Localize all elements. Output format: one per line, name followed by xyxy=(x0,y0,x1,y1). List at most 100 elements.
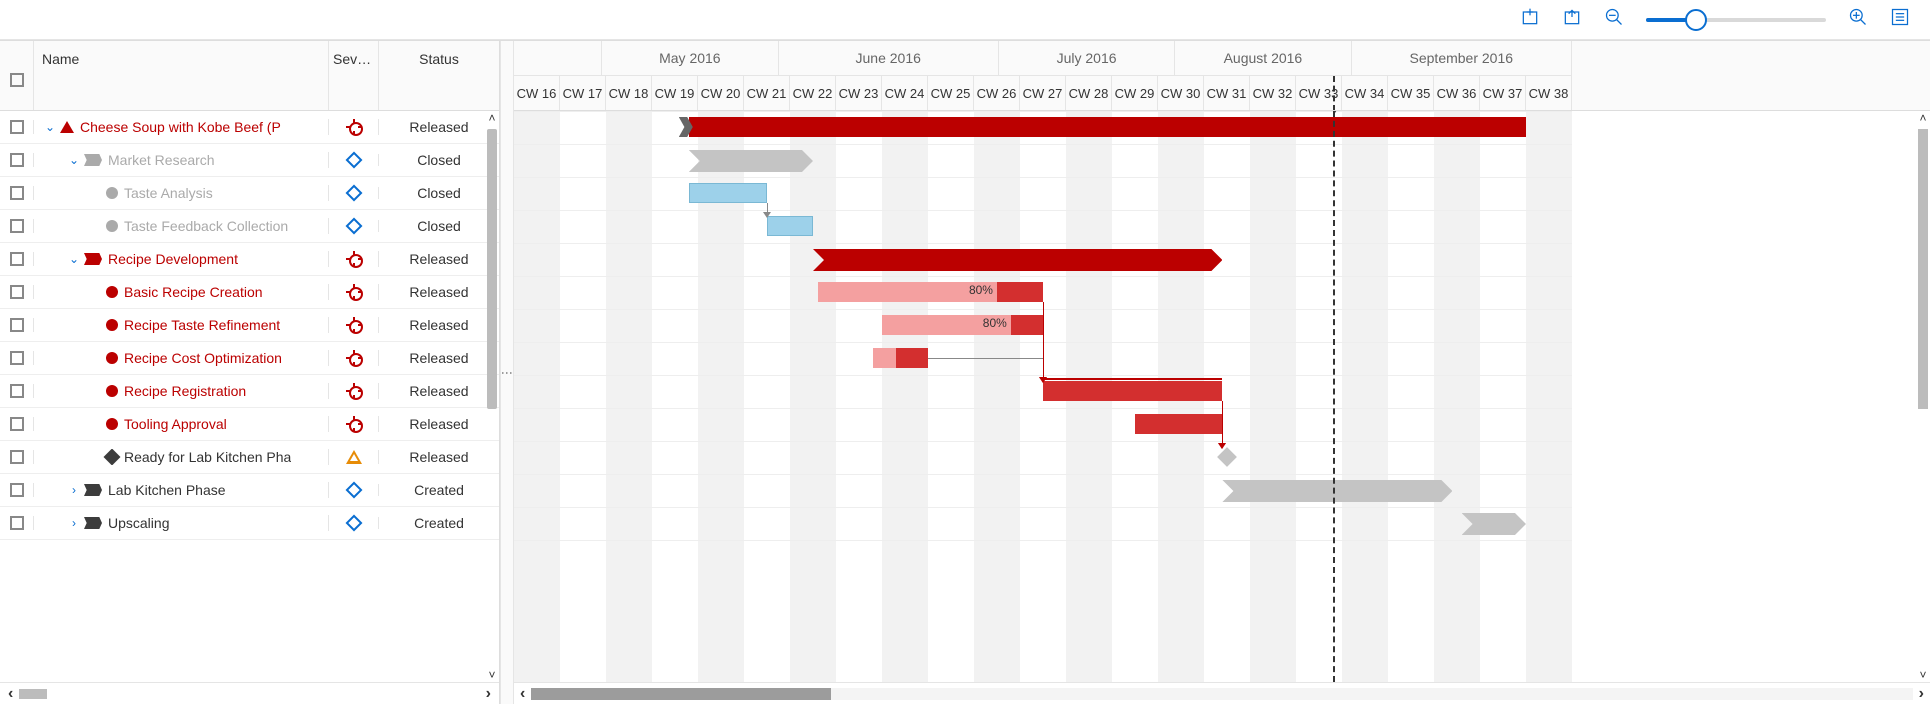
collapse-icon[interactable]: ⌄ xyxy=(66,153,82,167)
project-icon xyxy=(60,121,74,133)
row-label: Recipe Taste Refinement xyxy=(124,317,280,333)
gantt-vertical-scrollbar[interactable]: ˄ ˅ xyxy=(1916,111,1930,682)
table-row[interactable]: ›UpscalingCreated xyxy=(0,507,499,540)
scroll-left-icon[interactable]: ‹ xyxy=(8,685,13,703)
table-row[interactable]: ⌄Recipe DevelopmentReleased xyxy=(0,243,499,276)
toolbar xyxy=(0,0,1930,40)
zoom-slider-thumb[interactable] xyxy=(1685,9,1707,31)
row-checkbox[interactable] xyxy=(10,516,24,530)
zoom-in-icon[interactable] xyxy=(1848,7,1868,33)
week-row: CW 16CW 17CW 18CW 19CW 20CW 21CW 22CW 23… xyxy=(514,76,1572,111)
gantt-task-bar[interactable] xyxy=(689,183,767,203)
tree-table: Name Sev… Status ⌄Cheese Soup with Kobe … xyxy=(0,41,500,704)
dependency-line xyxy=(928,358,1043,359)
phase-icon xyxy=(84,154,102,166)
legend-icon[interactable] xyxy=(1890,7,1910,33)
week-cell: CW 22 xyxy=(790,76,836,111)
table-row[interactable]: ⌄Market ResearchClosed xyxy=(0,144,499,177)
task-icon xyxy=(106,286,118,298)
week-cell: CW 17 xyxy=(560,76,606,111)
row-checkbox[interactable] xyxy=(10,153,24,167)
gantt-task-bar[interactable] xyxy=(873,348,928,368)
gantt-task-bar[interactable] xyxy=(1043,381,1222,401)
month-row: May 2016June 2016July 2016August 2016Sep… xyxy=(514,41,1572,76)
scroll-thumb[interactable] xyxy=(19,689,47,699)
table-row[interactable]: ›Lab Kitchen PhaseCreated xyxy=(0,474,499,507)
select-all-checkbox[interactable] xyxy=(10,73,24,87)
gantt-task-bar[interactable] xyxy=(767,216,813,236)
table-row[interactable]: Recipe RegistrationReleased xyxy=(0,375,499,408)
table-row[interactable]: Taste AnalysisClosed xyxy=(0,177,499,210)
collapse-icon[interactable]: ⌄ xyxy=(42,120,58,134)
week-cell: CW 38 xyxy=(1526,76,1572,111)
gantt-container: Name Sev… Status ⌄Cheese Soup with Kobe … xyxy=(0,40,1930,704)
scroll-up-icon[interactable]: ˄ xyxy=(485,111,499,125)
severity-low-icon xyxy=(345,152,362,169)
week-cell: CW 25 xyxy=(928,76,974,111)
row-checkbox[interactable] xyxy=(10,186,24,200)
row-label: Ready for Lab Kitchen Pha xyxy=(124,449,291,465)
gantt-phase-bar[interactable] xyxy=(1222,480,1452,502)
scroll-up-icon[interactable]: ˄ xyxy=(1916,111,1930,125)
month-cell: May 2016 xyxy=(602,41,778,75)
gantt-phase-bar[interactable] xyxy=(689,150,813,172)
gantt-body[interactable]: 80% 80% ˄ ˅ xyxy=(514,111,1930,682)
gantt-horizontal-scrollbar[interactable]: ‹ › xyxy=(514,682,1930,704)
gantt-project-bar[interactable] xyxy=(689,117,1526,137)
table-row[interactable]: ⌄Cheese Soup with Kobe Beef (PReleased xyxy=(0,111,499,144)
collapse-icon[interactable] xyxy=(1562,7,1582,33)
gantt-task-bar[interactable]: 80% xyxy=(818,282,1043,302)
scroll-down-icon[interactable]: ˅ xyxy=(1916,668,1930,682)
table-row[interactable]: Tooling ApprovalReleased xyxy=(0,408,499,441)
collapse-icon[interactable]: ⌄ xyxy=(66,252,82,266)
table-row[interactable]: Taste Feedback CollectionClosed xyxy=(0,210,499,243)
row-checkbox[interactable] xyxy=(10,417,24,431)
week-cell: CW 37 xyxy=(1480,76,1526,111)
column-name[interactable]: Name xyxy=(34,41,329,110)
scroll-left-icon[interactable]: ‹ xyxy=(520,685,525,703)
row-checkbox[interactable] xyxy=(10,384,24,398)
gantt-task-bar[interactable]: 80% xyxy=(882,315,1043,335)
week-cell: CW 36 xyxy=(1434,76,1480,111)
expand-icon[interactable]: › xyxy=(66,516,82,530)
zoom-slider[interactable] xyxy=(1646,18,1826,22)
column-severity[interactable]: Sev… xyxy=(329,41,379,110)
progress-label: 80% xyxy=(969,283,993,297)
week-cell: CW 19 xyxy=(652,76,698,111)
task-icon xyxy=(106,385,118,397)
gantt-task-bar[interactable] xyxy=(1135,414,1222,434)
table-row[interactable]: Ready for Lab Kitchen PhaReleased xyxy=(0,441,499,474)
status-text: Released xyxy=(379,284,499,300)
column-status[interactable]: Status xyxy=(379,41,499,110)
scroll-thumb[interactable] xyxy=(487,129,497,409)
expand-icon[interactable]: › xyxy=(66,483,82,497)
tree-horizontal-scrollbar[interactable]: ‹ › xyxy=(0,682,499,704)
scroll-thumb[interactable] xyxy=(531,688,831,700)
severity-low-icon xyxy=(345,482,362,499)
row-checkbox[interactable] xyxy=(10,450,24,464)
gantt-phase-bar[interactable] xyxy=(813,249,1222,271)
expand-icon[interactable] xyxy=(1520,7,1540,33)
status-text: Closed xyxy=(379,152,499,168)
table-row[interactable]: Recipe Cost OptimizationReleased xyxy=(0,342,499,375)
row-checkbox[interactable] xyxy=(10,120,24,134)
task-icon xyxy=(106,418,118,430)
scroll-thumb[interactable] xyxy=(1918,129,1928,409)
row-checkbox[interactable] xyxy=(10,285,24,299)
row-checkbox[interactable] xyxy=(10,351,24,365)
tree-vertical-scrollbar[interactable]: ˄ ˅ xyxy=(485,111,499,682)
zoom-out-icon[interactable] xyxy=(1604,7,1624,33)
scroll-down-icon[interactable]: ˅ xyxy=(485,668,499,682)
scroll-right-icon[interactable]: › xyxy=(486,685,491,703)
row-checkbox[interactable] xyxy=(10,318,24,332)
table-row[interactable]: Basic Recipe CreationReleased xyxy=(0,276,499,309)
row-checkbox[interactable] xyxy=(10,252,24,266)
row-label: Upscaling xyxy=(108,515,169,531)
splitter[interactable]: ⋮ xyxy=(500,41,514,704)
row-checkbox[interactable] xyxy=(10,219,24,233)
scroll-right-icon[interactable]: › xyxy=(1919,685,1924,703)
row-checkbox[interactable] xyxy=(10,483,24,497)
row-label: Taste Analysis xyxy=(124,185,213,201)
severity-high-icon xyxy=(346,416,362,432)
table-row[interactable]: Recipe Taste RefinementReleased xyxy=(0,309,499,342)
